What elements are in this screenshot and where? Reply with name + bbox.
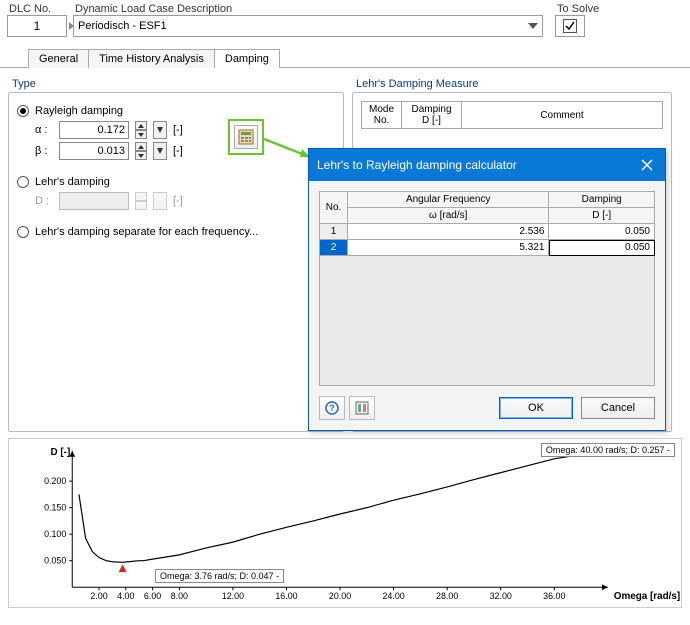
beta-spin-up[interactable] (135, 142, 147, 151)
d-picker-button (153, 192, 167, 210)
alpha-picker-button[interactable] (153, 121, 167, 139)
alpha-label: α : (35, 124, 53, 136)
calculator-icon (238, 129, 254, 145)
damping-chart: 0.050 0.100 0.150 0.200 2.00 4.00 6.00 8.00 12.0… (8, 438, 682, 608)
tab-general[interactable]: General (28, 49, 89, 68)
col-af: Angular Frequency (348, 192, 549, 208)
radio-lehr[interactable] (17, 176, 29, 188)
alpha-spin-up[interactable] (135, 121, 147, 130)
svg-text:20.00: 20.00 (329, 591, 351, 601)
svg-text:Omega [rad/s]: Omega [rad/s] (614, 591, 680, 602)
svg-text:0.200: 0.200 (44, 476, 66, 486)
lehr-sep-label: Lehr's damping separate for each frequen… (35, 226, 258, 238)
dlc-no-label: DLC No. (7, 3, 67, 15)
desc-label: Dynamic Load Case Description (73, 3, 543, 15)
beta-label: β : (35, 145, 53, 157)
beta-input[interactable]: 0.013 (59, 142, 129, 160)
dialog-close-button[interactable] (637, 155, 657, 175)
radio-lehr-sep[interactable] (17, 226, 29, 238)
beta-unit: [-] (173, 145, 183, 157)
alpha-unit: [-] (173, 124, 183, 136)
col-d: Damping (549, 192, 655, 208)
cancel-button[interactable]: Cancel (581, 397, 655, 419)
ok-button[interactable]: OK (499, 397, 573, 419)
desc-dropdown[interactable]: Periodisch - ESF1 (73, 15, 543, 37)
lehr-table-header: ModeNo. DampingD [-] Comment (361, 101, 663, 129)
tab-tha[interactable]: Time History Analysis (88, 49, 215, 68)
chart-annotation-min: Omega: 3.76 rad/s; D: 0.047 - (155, 569, 284, 583)
table-empty-area (319, 256, 655, 386)
d-spin-down (135, 201, 147, 210)
beta-spin-down[interactable] (135, 151, 147, 160)
svg-text:36.00: 36.00 (543, 591, 565, 601)
table-row: 1 2.536 0.050 (320, 224, 655, 240)
d-spin-up (135, 192, 147, 201)
lehr-title: Lehr's Damping Measure (352, 76, 672, 92)
svg-text:D [-]: D [-] (51, 447, 71, 458)
units-button[interactable] (349, 396, 375, 420)
svg-text:0.100: 0.100 (44, 529, 66, 539)
to-solve-label: To Solve (555, 3, 599, 15)
calc-table[interactable]: No. Angular Frequency Damping ω [rad/s] … (319, 191, 655, 256)
alpha-spin-down[interactable] (135, 130, 147, 139)
rayleigh-calculator-button[interactable] (234, 125, 258, 149)
lehr-damping-label: Lehr's damping (35, 176, 110, 188)
rayleigh-calc-dialog: Lehr's to Rayleigh damping calculator No… (308, 148, 666, 431)
svg-text:32.00: 32.00 (490, 591, 512, 601)
svg-text:24.00: 24.00 (383, 591, 405, 601)
col-no: No. (320, 192, 348, 224)
close-icon (641, 159, 653, 171)
svg-text:12.00: 12.00 (222, 591, 244, 601)
svg-text:8.00: 8.00 (171, 591, 188, 601)
svg-text:4.00: 4.00 (117, 591, 134, 601)
chart-annotation-max: Omega: 40.00 rad/s; D: 0.257 - (541, 443, 675, 457)
alpha-input[interactable]: 0.172 (59, 121, 129, 139)
d-input (59, 192, 129, 210)
to-solve-checkbox[interactable] (563, 19, 577, 33)
table-row: 2 5.321 0.050 (320, 240, 655, 256)
rayleigh-label: Rayleigh damping (35, 105, 123, 117)
type-title: Type (8, 76, 344, 92)
svg-text:28.00: 28.00 (436, 591, 458, 601)
svg-text:6.00: 6.00 (144, 591, 161, 601)
help-button[interactable]: ? (319, 396, 345, 420)
svg-text:0.050: 0.050 (44, 556, 66, 566)
d-label: D : (35, 195, 53, 207)
chevron-down-icon (528, 23, 538, 29)
units-icon (355, 401, 369, 415)
tab-damping[interactable]: Damping (214, 49, 280, 68)
dlc-no-input[interactable]: 1 (7, 15, 67, 37)
svg-text:?: ? (329, 403, 335, 413)
svg-text:0.150: 0.150 (44, 503, 66, 513)
d-unit: [-] (173, 195, 183, 207)
svg-text:16.00: 16.00 (275, 591, 297, 601)
dialog-title: Lehr's to Rayleigh damping calculator (317, 158, 517, 172)
radio-rayleigh[interactable] (17, 105, 29, 117)
help-icon: ? (325, 401, 339, 415)
beta-picker-button[interactable] (153, 142, 167, 160)
svg-text:2.00: 2.00 (90, 591, 107, 601)
